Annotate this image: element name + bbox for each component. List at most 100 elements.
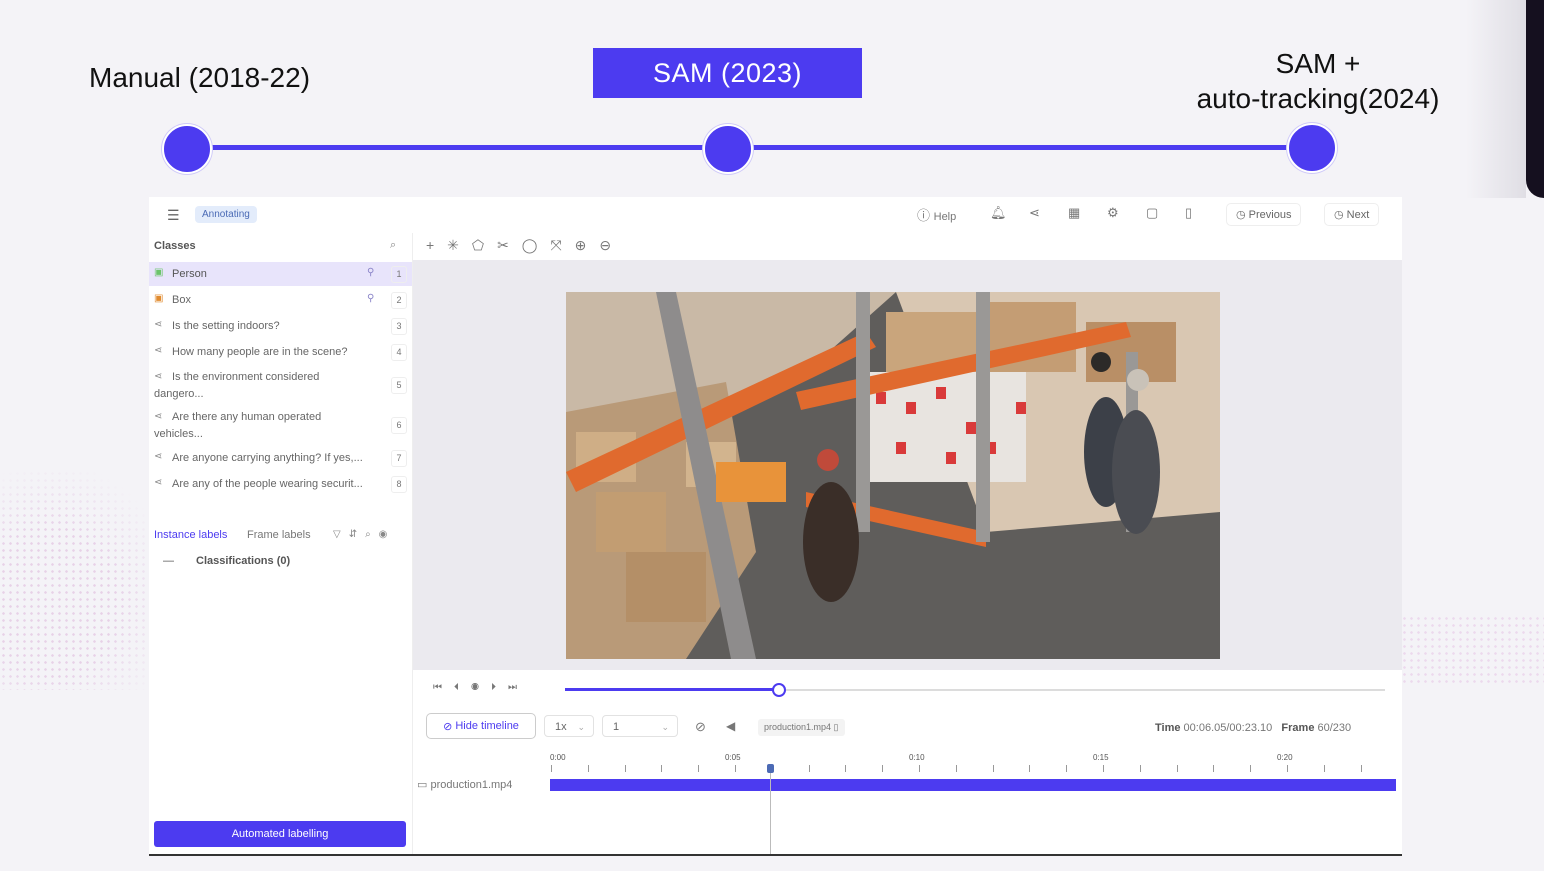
class-item-question[interactable]: ⋖ Is the environment considered dangero.… xyxy=(149,366,412,404)
person-color-icon: ▣ xyxy=(154,267,164,278)
ruler-tick xyxy=(1029,765,1031,772)
label-tabs: Instance labels Frame labels ▽⇵⌕◉ xyxy=(149,529,412,547)
timeline-stage-auto-line2: auto-tracking(2024) xyxy=(1196,83,1440,114)
branch-icon: ⋖ xyxy=(154,345,163,356)
help-label: Help xyxy=(933,211,957,223)
class-label: Are there any human operated vehicles... xyxy=(154,411,322,440)
hotkey-badge: 5 xyxy=(391,377,407,394)
timeline-stage-auto-tracking: SAM + auto-tracking(2024) xyxy=(1180,46,1456,116)
document-icon[interactable]: ▯ xyxy=(1185,205,1192,221)
timeline-dot-auto-tracking xyxy=(1287,123,1337,173)
class-label: Person xyxy=(172,268,207,280)
timeline-dot-sam xyxy=(703,124,753,174)
chevron-down-icon: ⌄ xyxy=(661,722,669,732)
speed-value: 1x xyxy=(555,721,567,733)
classes-sidebar: Classes ⌕ ▣ Person ⚲ 1 ▣ Box ⚲ 2 ⋖ Is th… xyxy=(149,233,413,854)
branch-icon: ⋖ xyxy=(154,451,163,462)
hide-timeline-button[interactable]: ⊘ Hide timeline xyxy=(426,713,536,739)
hotkey-badge: 4 xyxy=(391,344,407,361)
branch-icon: ⋖ xyxy=(154,319,163,330)
hotkey-badge: 7 xyxy=(391,450,407,467)
seek-handle[interactable] xyxy=(772,683,787,697)
class-item-question[interactable]: ⋖ How many people are in the scene? 4 xyxy=(149,340,412,364)
video-name-chip[interactable]: production1.mp4 ▯ xyxy=(758,719,845,736)
tab-instance-labels[interactable]: Instance labels xyxy=(154,529,227,541)
classifications-group[interactable]: — Classifications (0) xyxy=(163,555,290,567)
ruler-label: 0:10 xyxy=(909,753,925,762)
time-value: 00:06.05/00:23.10 xyxy=(1183,722,1273,734)
ruler-tick xyxy=(808,765,810,772)
ruler-tick xyxy=(587,765,589,772)
decorative-dots-right xyxy=(1394,615,1544,685)
hotkey-badge: 6 xyxy=(391,417,407,434)
ruler-tick xyxy=(698,765,700,772)
class-item-box[interactable]: ▣ Box ⚲ 2 xyxy=(149,288,412,312)
frame-step-value: 1 xyxy=(613,721,620,733)
timeline-stage-sam: SAM (2023) xyxy=(593,48,862,98)
classes-header: Classes xyxy=(154,240,196,252)
track-name: production1.mp4 xyxy=(430,779,513,791)
ruler-tick xyxy=(1287,765,1288,772)
search-icon[interactable]: ⌕ xyxy=(390,239,396,252)
volume-icon[interactable]: ◀ xyxy=(726,719,735,733)
playhead-line[interactable] xyxy=(770,766,771,854)
corner-decoration xyxy=(1466,0,1544,198)
frame-value: 60/230 xyxy=(1317,722,1352,734)
ruler-tick xyxy=(1176,765,1178,772)
hotkey-badge: 8 xyxy=(391,476,407,493)
share-icon[interactable]: ⋖ xyxy=(1029,205,1040,221)
timeline-dot-manual xyxy=(162,124,212,174)
tab-frame-labels[interactable]: Frame labels xyxy=(247,529,311,541)
video-track-bar[interactable] xyxy=(550,779,1396,791)
menu-icon[interactable]: ☰ xyxy=(167,207,180,224)
ruler-label: 0:20 xyxy=(1277,753,1293,762)
hotkey-badge: 2 xyxy=(391,292,407,309)
filter-sort-search-visibility-icons[interactable]: ▽⇵⌕◉ xyxy=(333,529,395,540)
ruler-tick xyxy=(735,765,736,772)
comment-icon[interactable]: ▢ xyxy=(1146,205,1158,221)
time-label: Time xyxy=(1155,722,1181,734)
class-item-question[interactable]: ⋖ Is the setting indoors? 3 xyxy=(149,314,412,338)
class-item-person[interactable]: ▣ Person ⚲ 1 xyxy=(149,262,412,286)
magic-wand-icon[interactable]: ⚲ xyxy=(367,267,374,278)
bell-icon[interactable]: 🔔︎ xyxy=(990,205,1007,221)
ruler-tick xyxy=(1213,765,1215,772)
help-button[interactable]: ⓘ Help xyxy=(917,205,956,224)
video-frame-warehouse[interactable] xyxy=(566,292,1220,659)
automated-labelling-button[interactable]: Automated labelling xyxy=(154,821,406,847)
calendar-icon[interactable]: ▦ xyxy=(1068,205,1080,221)
decorative-dots-left xyxy=(0,470,170,690)
class-label: Is the setting indoors? xyxy=(172,320,280,332)
ruler-tick xyxy=(1360,765,1362,772)
class-item-question[interactable]: ⋖ Are any of the people wearing securit.… xyxy=(149,472,412,496)
class-item-question[interactable]: ⋖ Are there any human operated vehicles.… xyxy=(149,406,412,444)
previous-label: Previous xyxy=(1248,209,1292,221)
playhead-marker[interactable] xyxy=(767,764,774,773)
previous-button[interactable]: ◷ Previous xyxy=(1226,203,1302,226)
seek-progress xyxy=(565,688,779,691)
class-label: Box xyxy=(172,294,191,306)
class-item-question[interactable]: ⋖ Are anyone carrying anything? If yes,.… xyxy=(149,446,412,470)
speed-select[interactable]: 1x ⌄ xyxy=(544,715,594,737)
app-topbar: ☰ Annotating ⓘ Help 🔔︎ ⋖ ▦ ⚙ ▢ ▯ ◷ Previ… xyxy=(149,197,1402,233)
hotkey-badge: 3 xyxy=(391,318,407,335)
hide-timeline-label: Hide timeline xyxy=(455,720,519,732)
next-button[interactable]: ◷ Next xyxy=(1324,203,1380,226)
gear-icon[interactable]: ⚙ xyxy=(1107,205,1119,221)
track-label: ▭ production1.mp4 xyxy=(417,779,513,791)
magic-wand-icon[interactable]: ⚲ xyxy=(367,293,374,304)
branch-icon: ⋖ xyxy=(154,477,163,488)
timeline-stage-auto-line1: SAM + xyxy=(1275,48,1361,79)
frame-step-select[interactable]: 1 ⌄ xyxy=(602,715,678,737)
ruler-tick xyxy=(919,765,920,772)
ruler-label: 0:00 xyxy=(550,753,566,762)
ruler-tick xyxy=(882,765,884,772)
status-badge: Annotating xyxy=(195,206,257,223)
ruler-tick xyxy=(551,765,552,772)
ruler-tick xyxy=(845,765,847,772)
annotation-toolbar[interactable]: +✳⬠✂◯⤧⊕⊖ xyxy=(426,237,624,254)
time-readout: Time 00:06.05/00:23.10 Frame 60/230 xyxy=(1155,722,1351,734)
speedometer-icon[interactable]: ⊘ xyxy=(695,719,706,735)
playback-buttons[interactable]: ⏮⏴◉⏵⏭ xyxy=(433,682,529,693)
ruler-tick xyxy=(1066,765,1068,772)
